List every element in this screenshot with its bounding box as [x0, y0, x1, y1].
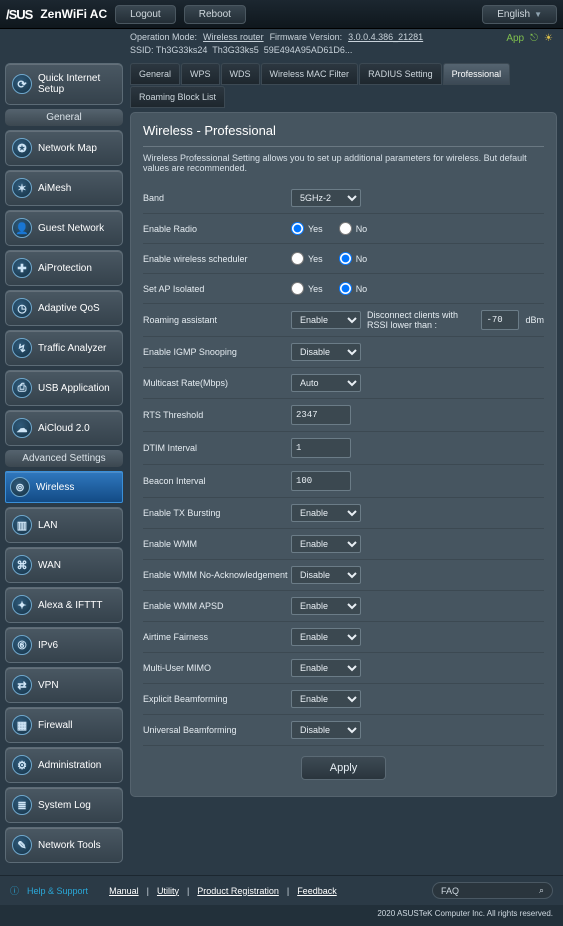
sidebar-item-usb[interactable]: ⎙USB Application: [5, 370, 123, 406]
firewall-icon: ▦: [12, 715, 32, 735]
section-general: General: [5, 109, 123, 126]
footer-utility[interactable]: Utility: [157, 886, 179, 896]
igmp-select[interactable]: Disable: [291, 343, 361, 361]
meta-line2: SSID: Th3G33ks24 Th3G33ks5 59E494A95AD61…: [0, 45, 563, 59]
tab-wps[interactable]: WPS: [181, 63, 220, 85]
globe-icon: ✪: [12, 138, 32, 158]
sidebar-item-aiprotection[interactable]: ✚AiProtection: [5, 250, 123, 286]
enable-radio-yes[interactable]: Yes: [291, 222, 323, 235]
logout-button[interactable]: Logout: [115, 5, 176, 24]
meta-line1: Operation Mode: Wireless router Firmware…: [0, 29, 563, 45]
apply-button[interactable]: Apply: [301, 756, 387, 780]
footer-prodreg[interactable]: Product Registration: [197, 886, 279, 896]
sidebar-item-wireless[interactable]: ⊚Wireless: [5, 471, 123, 503]
universal-bf-select[interactable]: Disable: [291, 721, 361, 739]
tab-macfilter[interactable]: Wireless MAC Filter: [261, 63, 359, 85]
mesh-icon: ✶: [12, 178, 32, 198]
help-support-link[interactable]: Help & Support: [27, 886, 88, 896]
section-advanced: Advanced Settings: [5, 450, 123, 467]
roaming-assistant-select[interactable]: Enable: [291, 311, 361, 329]
language-select[interactable]: English ▼: [482, 5, 557, 24]
tab-wds[interactable]: WDS: [221, 63, 260, 85]
ap-isolated-no[interactable]: No: [339, 282, 368, 295]
wizard-icon: ⟳: [12, 74, 32, 94]
search-icon: ⌕: [539, 885, 544, 896]
sidebar-item-alexa[interactable]: ✦Alexa & IFTTT: [5, 587, 123, 623]
alexa-icon: ✦: [12, 595, 32, 615]
reboot-button[interactable]: Reboot: [184, 5, 246, 24]
sidebar: ⟳Quick Internet Setup General ✪Network M…: [0, 59, 128, 875]
gear-icon: ⚙: [12, 755, 32, 775]
sidebar-item-ipv6[interactable]: ⑥IPv6: [5, 627, 123, 663]
multicast-rate-select[interactable]: Auto: [291, 374, 361, 392]
gauge-icon: ◷: [12, 298, 32, 318]
product-name: ZenWiFi AC: [40, 7, 107, 21]
sidebar-item-traffic[interactable]: ↯Traffic Analyzer: [5, 330, 123, 366]
panel-desc: Wireless Professional Setting allows you…: [143, 153, 544, 173]
opmode-link[interactable]: Wireless router: [203, 32, 264, 42]
airtime-fairness-select[interactable]: Enable: [291, 628, 361, 646]
status-icon: ☀: [544, 33, 553, 44]
sidebar-item-admin[interactable]: ⚙Administration: [5, 747, 123, 783]
lan-icon: ▥: [12, 515, 32, 535]
usb-icon: ⎋: [530, 33, 538, 44]
tab-radius[interactable]: RADIUS Setting: [359, 63, 442, 85]
wmm-apsd-select[interactable]: Enable: [291, 597, 361, 615]
log-icon: ≣: [12, 795, 32, 815]
sidebar-item-nettools[interactable]: ✎Network Tools: [5, 827, 123, 863]
shield-icon: ✚: [12, 258, 32, 278]
wireless-professional-panel: Wireless - Professional Wireless Profess…: [130, 112, 557, 797]
chart-icon: ↯: [12, 338, 32, 358]
rts-input[interactable]: [291, 405, 351, 425]
tools-icon: ✎: [12, 835, 32, 855]
sidebar-item-vpn[interactable]: ⇄VPN: [5, 667, 123, 703]
sidebar-item-firewall[interactable]: ▦Firewall: [5, 707, 123, 743]
ipv6-icon: ⑥: [12, 635, 32, 655]
sidebar-item-wan[interactable]: ⌘WAN: [5, 547, 123, 583]
wifi-icon: ⊚: [10, 477, 30, 497]
fw-link[interactable]: 3.0.0.4.386_21281: [348, 32, 423, 42]
sidebar-item-aimesh[interactable]: ✶AiMesh: [5, 170, 123, 206]
enable-radio-no[interactable]: No: [339, 222, 368, 235]
sidebar-item-syslog[interactable]: ≣System Log: [5, 787, 123, 823]
band-select[interactable]: 5GHz-2: [291, 189, 361, 207]
faq-search[interactable]: FAQ ⌕: [432, 882, 553, 899]
txbursting-select[interactable]: Enable: [291, 504, 361, 522]
user-icon: 👤: [12, 218, 32, 238]
explicit-bf-select[interactable]: Enable: [291, 690, 361, 708]
help-icon: ⓘ: [10, 884, 19, 897]
sidebar-item-aicloud[interactable]: ☁AiCloud 2.0: [5, 410, 123, 446]
sidebar-item-network-map[interactable]: ✪Network Map: [5, 130, 123, 166]
footer-feedback[interactable]: Feedback: [297, 886, 337, 896]
footer: ⓘ Help & Support Manual | Utility | Prod…: [0, 875, 563, 905]
ap-isolated-yes[interactable]: Yes: [291, 282, 323, 295]
wmm-select[interactable]: Enable: [291, 535, 361, 553]
tab-roaming-block[interactable]: Roaming Block List: [130, 86, 225, 108]
sidebar-item-guest[interactable]: 👤Guest Network: [5, 210, 123, 246]
wan-icon: ⌘: [12, 555, 32, 575]
rssi-input[interactable]: [481, 310, 519, 330]
sidebar-item-lan[interactable]: ▥LAN: [5, 507, 123, 543]
usb-icon: ⎙: [12, 378, 32, 398]
tab-bar: General WPS WDS Wireless MAC Filter RADI…: [130, 63, 557, 108]
tab-general[interactable]: General: [130, 63, 180, 85]
beacon-input[interactable]: [291, 471, 351, 491]
titlebar: /SUS ZenWiFi AC Logout Reboot English ▼: [0, 0, 563, 29]
cloud-icon: ☁: [12, 418, 32, 438]
scheduler-yes[interactable]: Yes: [291, 252, 323, 265]
panel-title: Wireless - Professional: [143, 123, 544, 147]
brand-logo: /SUS: [6, 7, 32, 22]
dtim-input[interactable]: [291, 438, 351, 458]
wmm-noack-select[interactable]: Disable: [291, 566, 361, 584]
copyright: 2020 ASUSTeK Computer Inc. All rights re…: [0, 905, 563, 926]
app-link[interactable]: App: [506, 33, 524, 44]
sidebar-item-qis[interactable]: ⟳Quick Internet Setup: [5, 63, 123, 105]
footer-manual[interactable]: Manual: [109, 886, 139, 896]
sidebar-item-qos[interactable]: ◷Adaptive QoS: [5, 290, 123, 326]
tab-professional[interactable]: Professional: [443, 63, 511, 85]
vpn-icon: ⇄: [12, 675, 32, 695]
mu-mimo-select[interactable]: Enable: [291, 659, 361, 677]
scheduler-no[interactable]: No: [339, 252, 368, 265]
chevron-down-icon: ▼: [534, 10, 542, 19]
